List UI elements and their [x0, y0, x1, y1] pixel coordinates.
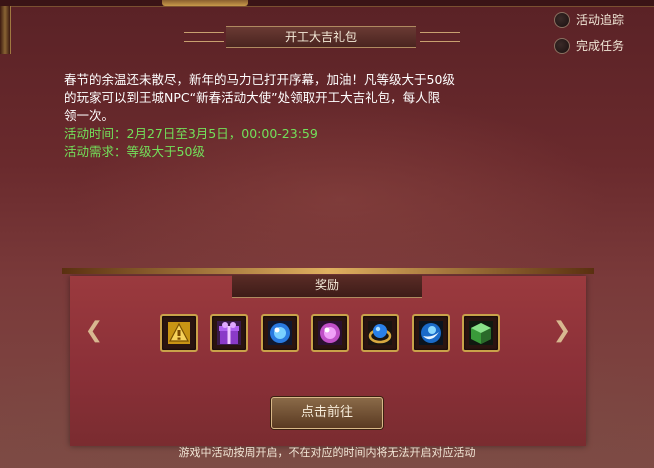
go-now-button[interactable]: 点击前往	[271, 397, 383, 429]
radio-icon[interactable]	[553, 37, 570, 54]
pink-orb-icon	[317, 321, 342, 345]
activity-requirement: 活动需求：等级大于50级	[64, 144, 205, 159]
title-ornament-right	[420, 32, 460, 42]
complete-task-toggle[interactable]: 完成任务	[553, 37, 624, 54]
reward-item-slot[interactable]	[260, 314, 299, 352]
description-line: 领一次。	[64, 108, 115, 123]
blue-orb-icon	[267, 321, 292, 345]
prev-reward-arrow-icon[interactable]: ❮	[80, 320, 108, 342]
top-tab-strip	[0, 0, 654, 7]
reward-item-list	[160, 314, 500, 352]
activity-tracking-label: 活动追踪	[575, 13, 624, 27]
footer-notice: 游戏中活动按周开启，不在对应的时间内将无法开启对应活动	[178, 446, 476, 459]
activity-title: 开工大吉礼包	[226, 26, 416, 48]
reward-item-slot[interactable]	[210, 314, 249, 352]
left-scroll-handle[interactable]	[0, 6, 11, 54]
complete-task-label: 完成任务	[575, 39, 624, 53]
reward-item-slot[interactable]	[411, 314, 450, 352]
blue-crescent-orb-icon	[418, 321, 443, 345]
title-ornament-left	[184, 32, 224, 42]
green-cube-icon	[468, 321, 493, 345]
active-top-tab[interactable]	[162, 0, 248, 6]
reward-title: 奖励	[232, 275, 422, 298]
reward-item-slot[interactable]	[361, 314, 400, 352]
description-line: 春节的余温还未散尽，新年的马力已打开序幕，加油！凡等级大于50级	[64, 72, 455, 87]
activity-time: 活动时间：2月27日至3月5日，00:00-23:59	[64, 126, 318, 141]
reward-item-slot[interactable]	[310, 314, 349, 352]
description-line: 的玩家可以到王城NPC“新春活动大使”处领取开工大吉礼包，每人限	[64, 90, 441, 105]
activity-tracking-toggle[interactable]: 活动追踪	[553, 11, 624, 28]
purple-gift-box-icon	[217, 321, 242, 345]
reward-panel-trim	[62, 268, 594, 274]
reward-item-slot[interactable]	[461, 314, 500, 352]
radio-icon[interactable]	[553, 11, 570, 28]
yellow-scroll-icon	[168, 322, 190, 344]
next-reward-arrow-icon[interactable]: ❯	[548, 320, 576, 342]
blue-gem-ring-icon	[368, 321, 393, 345]
activity-description: 春节的余温还未散尽，新年的马力已打开序幕，加油！凡等级大于50级 的玩家可以到王…	[64, 71, 564, 161]
reward-item-slot[interactable]	[160, 314, 198, 352]
